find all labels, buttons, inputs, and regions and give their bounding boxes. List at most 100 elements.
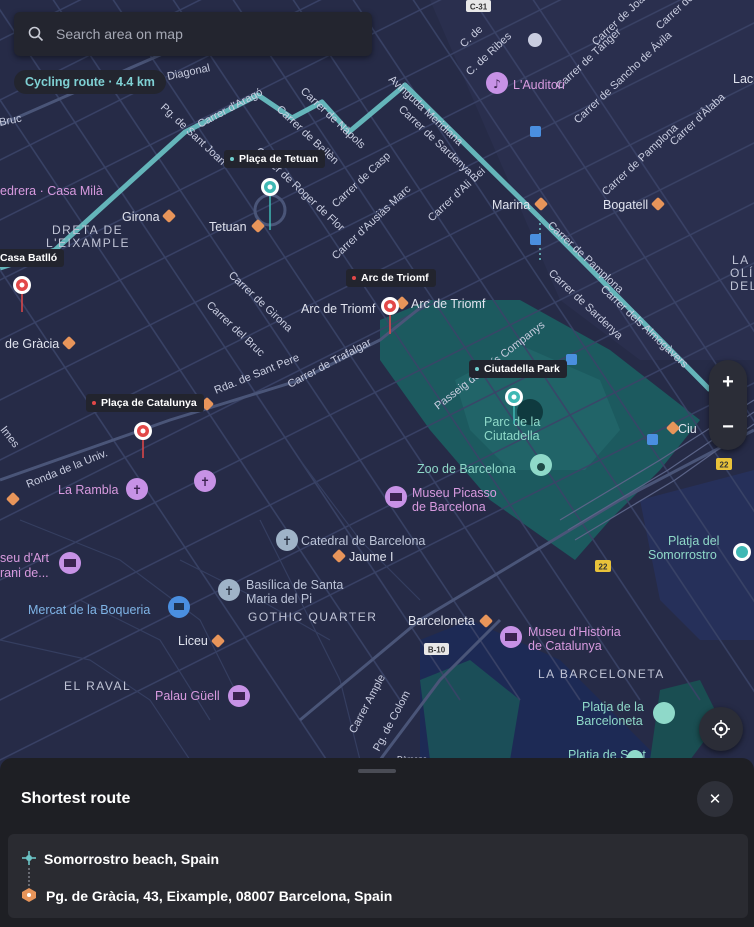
svg-text:✝: ✝ [282,534,292,548]
dot-icon [475,367,479,371]
place-label: Platja del [668,534,719,548]
origin-text: Somorrostro beach, Spain [44,851,220,867]
district-label: EL RAVAL [64,679,131,693]
drag-handle[interactable] [358,769,396,773]
place-label: Barceloneta [576,714,643,728]
pin-label-tetuan[interactable]: Plaça de Tetuan [224,150,326,168]
place-label: Lacu [733,72,754,86]
place-label: Museu Picasso [412,486,497,500]
bike-station-icon [647,434,658,445]
market-icon [168,596,190,618]
pin-label-text: Arc de Triomf [361,272,429,284]
route-summary-text: Cycling route · 4.4 km [25,75,155,89]
pin-label-text: Casa Batlló [0,252,58,264]
svg-text:22: 22 [720,461,729,470]
district-label: LA BARCELONETA [538,667,665,681]
pin-label-catalunya[interactable]: Plaça de Catalunya [86,394,204,412]
museum-icon [228,685,250,707]
place-label: Barceloneta [408,614,475,628]
district-label: L'EIXAMPLE [46,236,130,250]
place-label: de Gràcia [5,337,59,351]
road-badge-22: 22 [595,560,611,572]
crosshair-icon [712,720,730,738]
place-label: Ciu [678,422,697,436]
district-label: DEL POBLE [730,279,754,293]
place-label: Tetuan [209,220,247,234]
place-label: Mercat de la Boqueria [28,603,150,617]
place-label: Basílica de Santa [246,578,343,592]
route-stops: Somorrostro beach, Spain Pg. de Gràcia, … [8,834,748,918]
pin-label-text: Plaça de Catalunya [101,397,197,409]
svg-text:B-10: B-10 [428,646,446,655]
place-label: Palau Güell [155,689,220,703]
search-icon [28,26,44,42]
district-label: LA VILA [732,253,754,267]
place-label: Arc de Triomf [301,302,376,316]
church-icon: ✝ [276,529,298,551]
svg-text:✝: ✝ [224,584,234,598]
place-label: Liceu [178,634,208,648]
svg-text:22: 22 [599,563,608,572]
place-label: Arc de Triomf [411,297,486,311]
search-bar[interactable] [14,12,372,56]
zoom-control: + − [709,360,747,450]
place-label: Catedral de Barcelona [301,534,425,548]
place-label: Parc de la [484,415,540,429]
district-label: DRETA DE [52,223,123,237]
bike-station-icon [566,354,577,365]
place-label: Maria del Pi [246,592,312,606]
place-label: Somorrostro [648,548,717,562]
bike-station-icon [530,234,541,245]
bike-station-icon [530,126,541,137]
route-summary-chip[interactable]: Cycling route · 4.4 km [14,70,166,94]
place-label: Platja de la [582,700,644,714]
district-label: OLÍMPI [730,265,754,280]
locate-me-button[interactable] [699,707,743,751]
place-label: de Catalunya [528,639,602,653]
park-icon [653,702,675,724]
place-label: Girona [122,210,160,224]
route-panel: Shortest route ✕ Somorrostro beach, Spai… [0,758,754,927]
svg-text:♪: ♪ [493,77,501,91]
pin-label-casa-batllo[interactable]: Casa Batlló [0,249,65,267]
search-input[interactable] [54,25,348,43]
museum-icon [59,552,81,574]
place-label: Museu d'Història [528,625,621,639]
landmark-icon: ✝ [194,470,216,492]
road-badge-b10: B-10 [424,643,449,655]
close-icon: ✕ [708,791,722,808]
close-button[interactable]: ✕ [697,781,733,817]
place-label: seu d'Art [0,551,49,565]
place-label: L'Auditori [513,78,565,92]
district-label: GOTHIC QUARTER [248,610,377,624]
panel-title: Shortest route [21,790,131,807]
origin-icon [22,851,36,865]
museum-icon [385,486,407,508]
pin-label-text: Plaça de Tetuan [239,153,319,165]
zoom-out-button[interactable]: − [709,405,747,450]
place-label: Marina [492,198,530,212]
road-badge-c31: C-31 [466,0,491,12]
church-icon: ✝ [218,579,240,601]
landmark-icon: ✝ [126,478,148,500]
pin-label-ciutadella[interactable]: Ciutadella Park [469,360,567,378]
pin-label-arc[interactable]: Arc de Triomf [346,269,436,287]
place-label: de Barcelona [412,500,486,514]
dot-icon [352,276,356,280]
place-label: edrera · Casa Milà [0,184,103,198]
road-badge-22-right: 22 [716,458,732,470]
svg-text:✝: ✝ [200,475,210,489]
pin-label-text: Ciutadella Park [484,363,560,375]
destination-icon [22,888,36,902]
zoom-in-button[interactable]: + [709,360,747,405]
route-connector-icon [28,868,30,886]
place-label: Jaume I [349,550,393,564]
place-label: Ciutadella [484,429,540,443]
place-label: La Rambla [58,483,118,497]
museum-icon [500,626,522,648]
pin-somorrostro[interactable] [733,543,751,561]
zoo-icon [530,454,552,476]
place-label: Zoo de Barcelona [417,462,516,476]
music-icon: ♪ [486,72,508,94]
dot-icon [92,401,96,405]
